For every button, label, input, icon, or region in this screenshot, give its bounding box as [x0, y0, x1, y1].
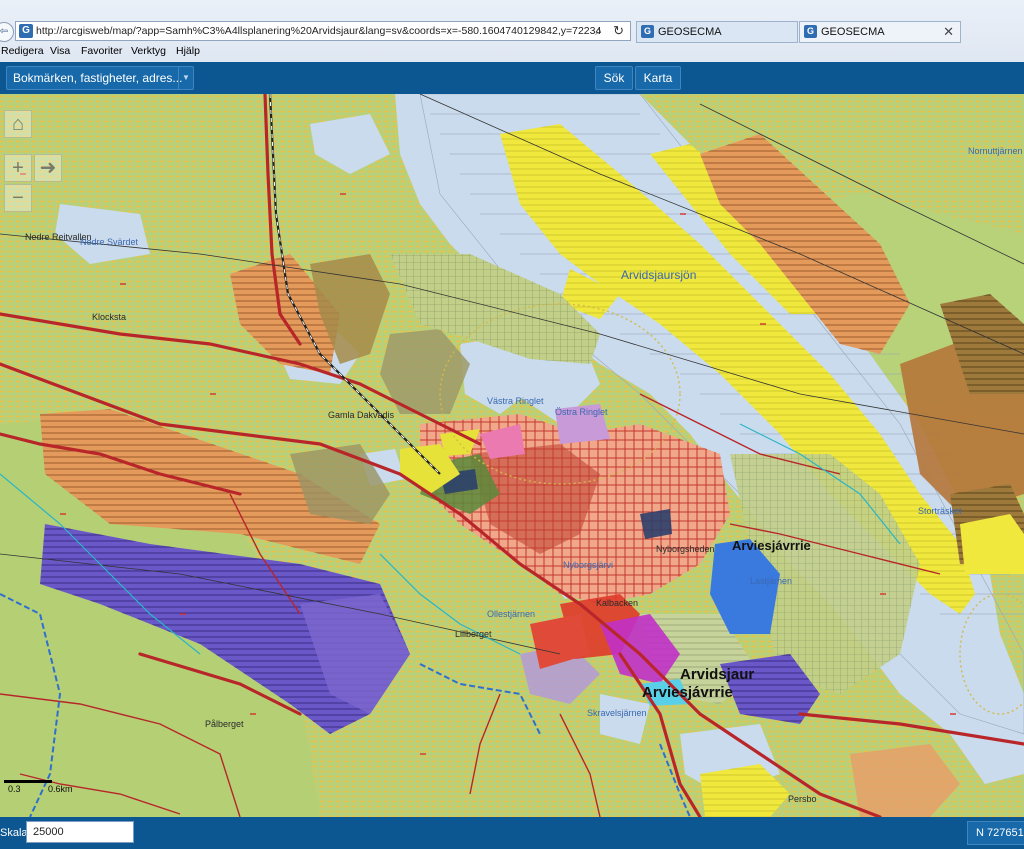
refresh-icon[interactable]: ↻	[613, 23, 624, 39]
map-label-storträsket: Storträsket	[918, 506, 962, 516]
status-bar: Skala▴ 25000 N 727651	[0, 817, 1024, 849]
site-favicon: G	[19, 24, 33, 38]
map-label-ollestjarnen: Ollestjärnen	[487, 609, 536, 619]
map-label-nornuttjarnen: Nornuttjärnen	[968, 146, 1023, 156]
map-label-arvidsjaursjon: Arvidsjaursjön	[621, 268, 697, 282]
map-label-pallberget: Pålberget	[205, 719, 244, 729]
map-label-gamla-dakvadis: Gamla Dakvadis	[328, 410, 395, 420]
search-icon[interactable]: ⌕	[595, 24, 602, 39]
home-icon[interactable]: ⌂	[4, 110, 32, 138]
geosecma-favicon: G	[804, 25, 817, 38]
plus-icon[interactable]: +	[4, 154, 32, 182]
menu-hjalp[interactable]: Hjälp	[176, 45, 200, 57]
map-label-lillberget: Lillberget	[455, 629, 492, 639]
karta-button[interactable]: Karta	[635, 66, 681, 90]
map-canvas	[0, 94, 1024, 817]
map-label-nyborgsheden: Nyborgsheden	[656, 544, 715, 554]
close-icon[interactable]: ✕	[943, 24, 954, 40]
menu-favoriter[interactable]: Favoriter	[81, 45, 122, 57]
menu-redigera[interactable]: Redigera	[1, 45, 44, 57]
chevron-down-icon[interactable]: ▼	[178, 67, 193, 89]
minus-icon[interactable]: −	[4, 184, 32, 212]
back-arrow-icon[interactable]: ⇦	[0, 22, 14, 42]
app-toolbar: Bokmärken, fastigheter, adres... ▼ Sök K…	[0, 62, 1024, 94]
browser-tab-2[interactable]: G GEOSECMA ✕	[799, 21, 961, 43]
menu-visa[interactable]: Visa	[50, 45, 70, 57]
scale-bar-label-mid: 0.3	[8, 784, 21, 794]
map-label-ostra-ringlet: Östra Ringlet	[555, 407, 608, 417]
map-view[interactable]: Arvidsjaur Arviesjávrrie Arviesjávrrie A…	[0, 94, 1024, 817]
scale-input[interactable]: 25000	[26, 821, 134, 843]
arrow-right-icon[interactable]: ➜	[34, 154, 62, 182]
map-label-nedre-rentvallen: Nedre Reitvallen	[25, 232, 92, 242]
menu-verktyg[interactable]: Verktyg	[131, 45, 166, 57]
scale-bar: 0.3 0.6km	[0, 774, 76, 796]
map-label-klocksta: Klocksta	[92, 312, 127, 322]
map-label-skravelsjarnen: Skravelsjärnen	[587, 708, 647, 718]
tab-label: GEOSECMA	[821, 26, 885, 38]
map-label-arvidsjaur: Arvidsjaur	[680, 666, 755, 683]
browser-chrome: ⇦ G http://arcgisweb/map/?app=Samh%C3%A4…	[0, 0, 1024, 63]
map-navigation-control: ⌂ + ➜ −	[2, 104, 62, 212]
geosecma-favicon: G	[641, 25, 654, 38]
map-label-nyborgsjarvi: Nyborgsjärvi	[563, 560, 614, 570]
map-label-lastjarnen: Lastjärnen	[750, 576, 793, 586]
sok-button[interactable]: Sök	[595, 66, 633, 90]
browser-tab-1[interactable]: G GEOSECMA	[636, 21, 798, 43]
map-label-vastra-ringlet: Västra Ringlet	[487, 396, 544, 406]
tab-label: GEOSECMA	[658, 26, 722, 38]
map-label-arviesjavrrie-lake: Arviesjávrrie	[732, 538, 811, 553]
search-input[interactable]: Bokmärken, fastigheter, adres... ▼	[6, 66, 194, 90]
map-label-kalbacken: Kalbacken	[596, 598, 639, 608]
search-placeholder: Bokmärken, fastigheter, adres...	[13, 71, 183, 85]
address-url[interactable]: http://arcgisweb/map/?app=Samh%C3%A4llsp…	[36, 25, 601, 37]
address-bar[interactable]: G http://arcgisweb/map/?app=Samh%C3%A4ll…	[15, 21, 631, 41]
scale-bar-label-end: 0.6km	[48, 784, 73, 794]
map-label-persbo: Persbo	[788, 794, 817, 804]
coordinate-readout[interactable]: N 727651	[967, 821, 1024, 845]
scale-bar-line	[4, 780, 52, 783]
map-label-arviesjavrrie-town: Arviesjávrrie	[642, 684, 733, 701]
